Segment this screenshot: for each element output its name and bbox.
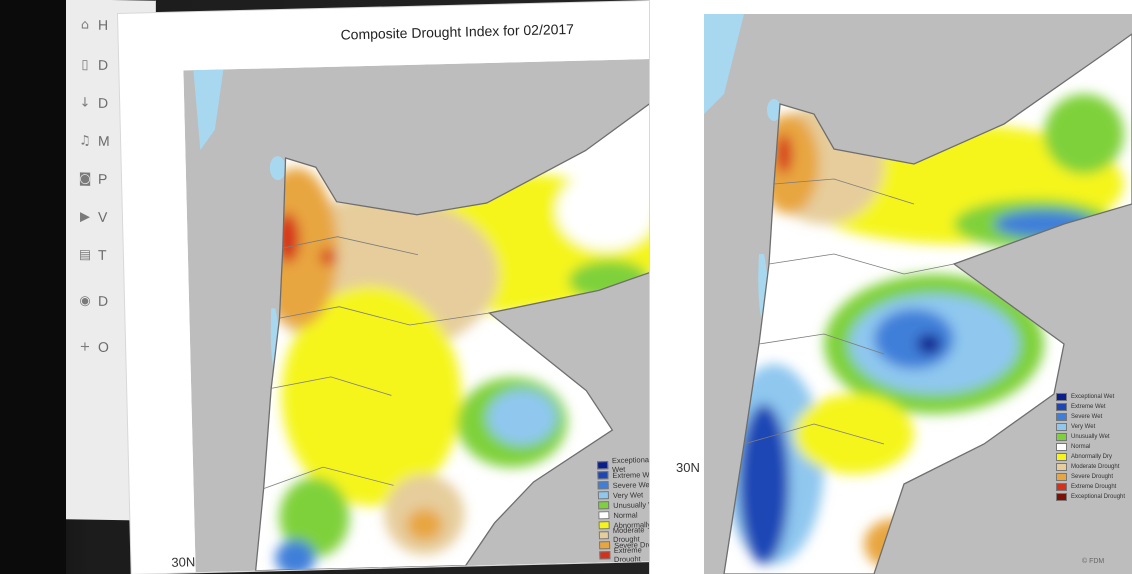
map-credit: © FDM: [1082, 558, 1105, 565]
camera-icon: ◙: [78, 170, 92, 187]
legend-swatch: [599, 551, 610, 560]
sidebar-item-downloads[interactable]: ↓ D: [78, 89, 109, 116]
plus-icon: +: [79, 338, 91, 355]
sidebar-item-documents[interactable]: ▯ D: [78, 51, 108, 78]
legend-swatch: [597, 461, 609, 470]
legend-swatch: [1056, 403, 1067, 411]
right-map-window: 30N Exceptional Wet Extreme Wet Severe W…: [650, 0, 1132, 574]
legend-swatch: [598, 531, 610, 540]
legend-swatch: [1056, 453, 1067, 461]
legend-swatch: [1056, 463, 1067, 471]
sidebar-item-trash[interactable]: ▤ T: [78, 241, 107, 267]
legend-item: Moderate Drought: [1056, 462, 1125, 472]
legend-swatch: [598, 501, 610, 510]
sidebar-item-label: D: [98, 292, 109, 309]
home-icon: ⌂: [80, 16, 90, 33]
legend-label: Unusually Wet: [1071, 434, 1110, 440]
legend-item: Severe Wet: [1056, 412, 1125, 422]
music-icon: ♫: [79, 132, 91, 149]
legend-swatch: [1056, 433, 1067, 441]
legend-label: Very Wet: [1071, 424, 1096, 430]
photo-scene: ⌂ H ▯ D ↓ D ♫ M ◙ P ▶ V ▤ T ◉ D + O Comp…: [0, 0, 1132, 574]
monitor-bezel: [0, 0, 66, 574]
legend-swatch: [1056, 393, 1067, 401]
trash-icon: ▤: [78, 246, 92, 263]
left-map-area: 30N Exceptional Wet Extreme Wet Severe W…: [171, 58, 668, 573]
legend-label: Severe Wet: [1071, 414, 1103, 420]
legend-label: Moderate Drought: [1071, 464, 1120, 470]
legend-label: Abnormally Dry: [1071, 454, 1113, 460]
legend-swatch: [1056, 493, 1067, 501]
legend-swatch: [597, 481, 609, 490]
legend-label: Extreme Wet: [1071, 404, 1106, 410]
latitude-label: 30N: [676, 460, 700, 475]
legend-swatch: [598, 521, 610, 530]
legend-label: Extreme Drought: [1071, 484, 1117, 490]
sidebar-item-label: V: [98, 208, 108, 225]
legend-label: Exceptional Drought: [1071, 494, 1126, 500]
legend-label: Severe Wet: [612, 479, 652, 490]
latitude-label: 30N: [171, 554, 196, 570]
sidebar-item-pictures[interactable]: ◙ P: [78, 165, 108, 192]
sidebar-item-home[interactable]: ⌂ H: [78, 11, 108, 38]
legend: Exceptional Wet Extreme Wet Severe Wet V…: [1056, 392, 1125, 502]
sidebar-item-label: D: [98, 94, 109, 111]
legend-swatch: [1056, 423, 1067, 431]
legend-item: Severe Drought: [1056, 472, 1125, 482]
legend-label: Normal: [613, 509, 638, 520]
sidebar-item-label: P: [98, 170, 108, 187]
sidebar-item-label: T: [98, 246, 107, 263]
sidebar-item-label: D: [98, 56, 109, 73]
sidebar-item-label: H: [98, 16, 109, 33]
video-icon: ▶: [80, 208, 90, 225]
legend-swatch: [598, 511, 610, 520]
legend-label: Severe Drought: [1071, 474, 1114, 480]
legend-swatch: [599, 541, 611, 550]
sidebar-item-label: M: [98, 132, 110, 149]
legend-swatch: [1056, 483, 1067, 491]
legend-item: Extreme Drought: [1056, 482, 1125, 492]
legend-item: Exceptional Drought: [1056, 492, 1125, 502]
sidebar-item-drive[interactable]: ◉ D: [78, 287, 108, 314]
legend-item: Exceptional Wet: [1056, 392, 1125, 402]
document-icon: ▯: [81, 56, 89, 73]
legend-item: Very Wet: [1056, 422, 1125, 432]
legend-item: Extreme Wet: [1056, 402, 1125, 412]
legend-label: Very Wet: [612, 489, 644, 500]
sidebar-item-label: O: [98, 338, 109, 355]
download-icon: ↓: [79, 94, 91, 111]
left-map-window: Composite Drought Index for 02/2017 30N …: [118, 0, 668, 574]
sidebar-item-videos[interactable]: ▶ V: [78, 203, 107, 230]
legend-item: Normal: [1056, 442, 1125, 452]
legend-swatch: [1056, 413, 1067, 421]
legend-label: Normal: [1071, 444, 1091, 450]
legend-label: Exceptional Wet: [1071, 394, 1115, 400]
legend-swatch: [1056, 443, 1067, 451]
right-map-area: 30N Exceptional Wet Extreme Wet Severe W…: [676, 14, 1132, 574]
legend-swatch: [597, 471, 609, 480]
map-title: Composite Drought Index for 02/2017: [340, 20, 575, 43]
drive-icon: ◉: [79, 292, 91, 309]
sidebar-item-music[interactable]: ♫ M: [78, 127, 110, 154]
legend-swatch: [1056, 473, 1067, 481]
legend-swatch: [597, 491, 609, 500]
legend-item: Unusually Wet: [1056, 432, 1125, 442]
legend-item: Abnormally Dry: [1056, 452, 1125, 462]
left-drought-map: [183, 58, 668, 573]
sidebar-item-other[interactable]: + O: [78, 333, 109, 360]
